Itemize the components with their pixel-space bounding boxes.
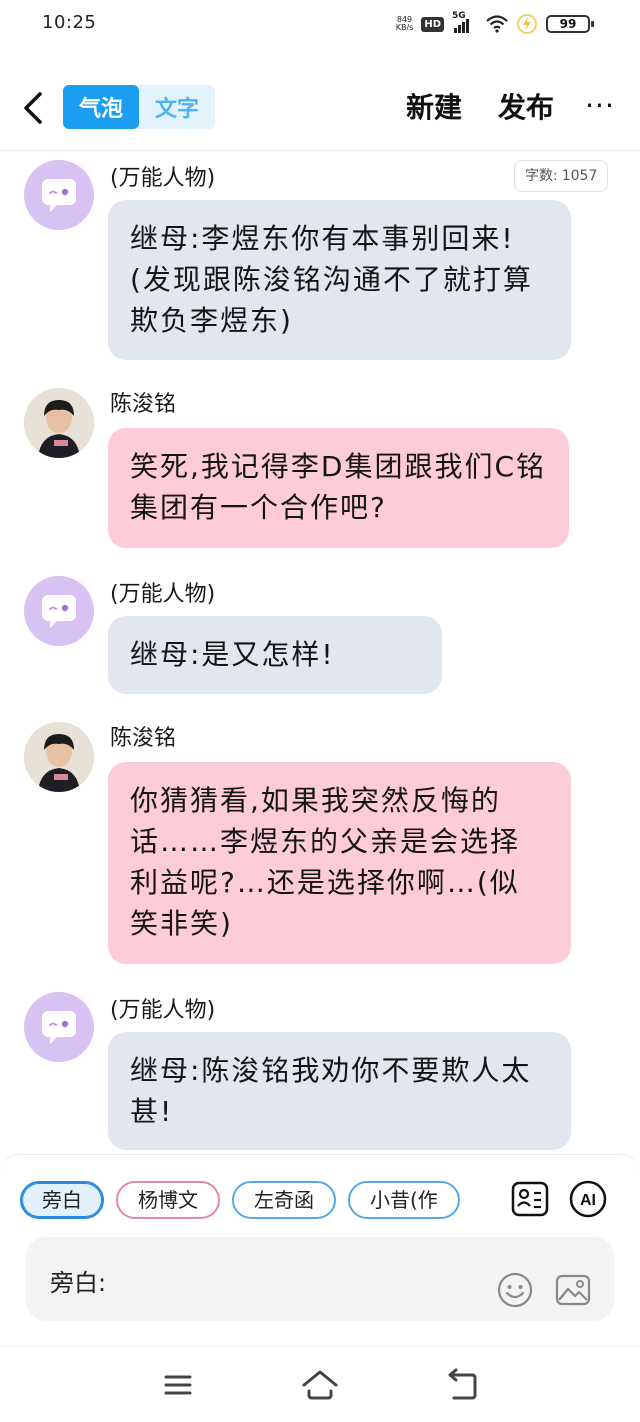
message-bubble[interactable]: 继母:是又怎样! <box>108 616 442 694</box>
new-button[interactable]: 新建 <box>406 86 462 126</box>
status-bar: 10:25 849 KB/s HD 5G 99 <box>0 0 640 50</box>
net-speed: 849 KB/s <box>395 15 414 32</box>
tab-bubble-mode[interactable]: 气泡 <box>63 85 139 129</box>
person-photo-icon <box>24 722 94 792</box>
role-selector: 旁白 杨博文 左奇函 小昔(作 <box>20 1181 492 1221</box>
status-time: 10:25 <box>42 12 97 33</box>
person-photo-icon <box>24 388 94 458</box>
chat-bubble-icon <box>42 179 76 212</box>
role-chip[interactable]: 小昔(作 <box>348 1181 460 1219</box>
input-panel: 旁白 杨博文 左奇函 小昔(作 AI 旁白: <box>0 1154 640 1346</box>
sender-name: 陈浚铭 <box>110 726 177 751</box>
header-divider <box>0 150 640 151</box>
message-bubble[interactable]: 继母:陈浚铭我劝你不要欺人太甚! <box>108 1032 571 1150</box>
image-icon[interactable] <box>554 1271 592 1309</box>
publish-button[interactable]: 发布 <box>498 86 554 126</box>
message-bubble[interactable]: 继母:李煜东你有本事别回来! (发现跟陈浚铭沟通不了就打算欺负李煜东) <box>108 200 571 360</box>
message-bubble[interactable]: 笑死,我记得李D集团跟我们C铭集团有一个合作吧? <box>108 428 569 548</box>
generic-chat-avatar[interactable] <box>24 576 94 646</box>
generic-chat-avatar[interactable] <box>24 992 94 1062</box>
network-type: 5G <box>452 11 466 21</box>
ai-icon[interactable]: AI <box>568 1179 608 1219</box>
hd-icon: HD <box>421 16 444 32</box>
chat-bubble-icon <box>42 1011 76 1044</box>
sender-name: (万能人物) <box>110 166 216 191</box>
chat-bubble-icon <box>42 595 76 628</box>
charging-icon <box>517 14 537 34</box>
role-chip[interactable]: 杨博文 <box>116 1181 220 1219</box>
sender-name: 陈浚铭 <box>110 392 177 417</box>
back-arrow-icon[interactable] <box>18 88 48 128</box>
system-nav-bar <box>0 1346 640 1422</box>
input-role-prefix: 旁白: <box>50 1269 107 1297</box>
sender-name: (万能人物) <box>110 998 216 1023</box>
message-input[interactable]: 旁白: <box>26 1237 614 1321</box>
role-chip[interactable]: 左奇函 <box>232 1181 336 1219</box>
generic-chat-avatar[interactable] <box>24 160 94 230</box>
emoji-icon[interactable] <box>496 1271 534 1309</box>
editor-header: 气泡 文字 新建 发布 ··· <box>0 70 640 146</box>
mode-toggle: 气泡 文字 <box>63 85 215 129</box>
tab-text-mode[interactable]: 文字 <box>139 85 215 129</box>
status-icons: 849 KB/s HD 5G 99 <box>395 11 594 36</box>
back-nav-icon[interactable] <box>442 1367 482 1403</box>
menu-icon[interactable] <box>158 1367 198 1403</box>
role-chip-narrator[interactable]: 旁白 <box>20 1181 104 1219</box>
sender-name: (万能人物) <box>110 582 216 607</box>
chat-area[interactable]: 字数: 1057 (万能人物) 继母:李煜东你有本事别回来! (发现跟陈浚铭沟通… <box>0 152 640 1152</box>
home-icon[interactable] <box>300 1367 340 1403</box>
user-photo-avatar[interactable] <box>24 388 94 458</box>
svg-text:AI: AI <box>580 1192 596 1209</box>
user-photo-avatar[interactable] <box>24 722 94 792</box>
message-bubble[interactable]: 你猜猜看,如果我突然反悔的话……李煜东的父亲是会选择利益呢?…还是选择你啊…(似… <box>108 762 571 964</box>
wifi-icon <box>486 15 508 33</box>
word-count-badge: 字数: 1057 <box>514 160 609 192</box>
role-card-icon[interactable] <box>510 1179 550 1219</box>
signal-icon: 5G <box>452 11 478 33</box>
more-options-button[interactable]: ··· <box>580 86 620 126</box>
battery-icon: 99 <box>546 15 594 33</box>
